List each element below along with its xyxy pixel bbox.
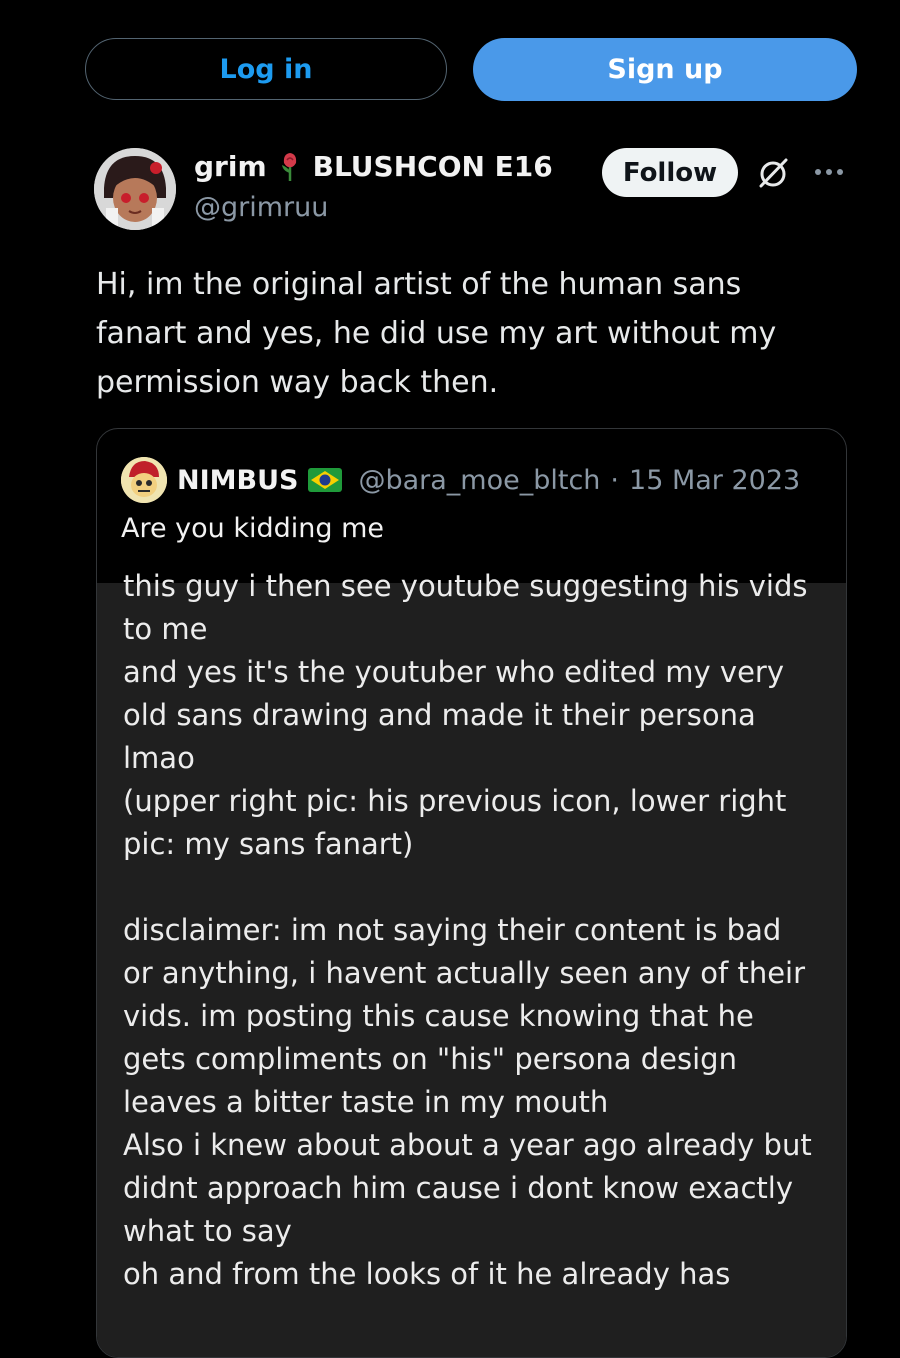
follow-button[interactable]: Follow — [602, 148, 738, 197]
quoted-post-date: 15 Mar 2023 — [629, 464, 801, 496]
author-avatar[interactable] — [94, 148, 176, 230]
meta-separator: · — [610, 464, 620, 496]
quoted-author-avatar — [121, 457, 167, 503]
quoted-author-handle: @bara_moe_bltch — [358, 464, 601, 496]
quoted-author-name: NIMBUS — [177, 464, 299, 496]
embedded-screenshot[interactable]: this guy i then see youtube suggesting h… — [97, 569, 846, 1357]
quoted-post-header: NIMBUS @bara_moe_bltch · 15 Mar 2023 — [121, 457, 800, 503]
author-name-row[interactable]: grim BLUSHCON E16 — [194, 150, 553, 183]
quoted-post-text: Are you kidding me — [121, 513, 385, 544]
login-button[interactable]: Log in — [85, 38, 447, 100]
brazil-flag-icon — [308, 468, 343, 492]
author-name: grim — [194, 150, 267, 183]
signup-button[interactable]: Sign up — [473, 38, 857, 101]
rose-icon — [277, 151, 303, 183]
quoted-post-card[interactable]: NIMBUS @bara_moe_bltch · 15 Mar 2023 Are… — [96, 428, 847, 1358]
embedded-screenshot-text: this guy i then see youtube suggesting h… — [123, 569, 812, 1291]
post-text: Hi, im the original artist of the human … — [96, 267, 777, 400]
grok-icon[interactable] — [756, 156, 790, 190]
author-handle[interactable]: @grimruu — [194, 192, 328, 223]
more-icon[interactable] — [812, 160, 846, 184]
author-name-suffix: BLUSHCON E16 — [312, 150, 553, 183]
